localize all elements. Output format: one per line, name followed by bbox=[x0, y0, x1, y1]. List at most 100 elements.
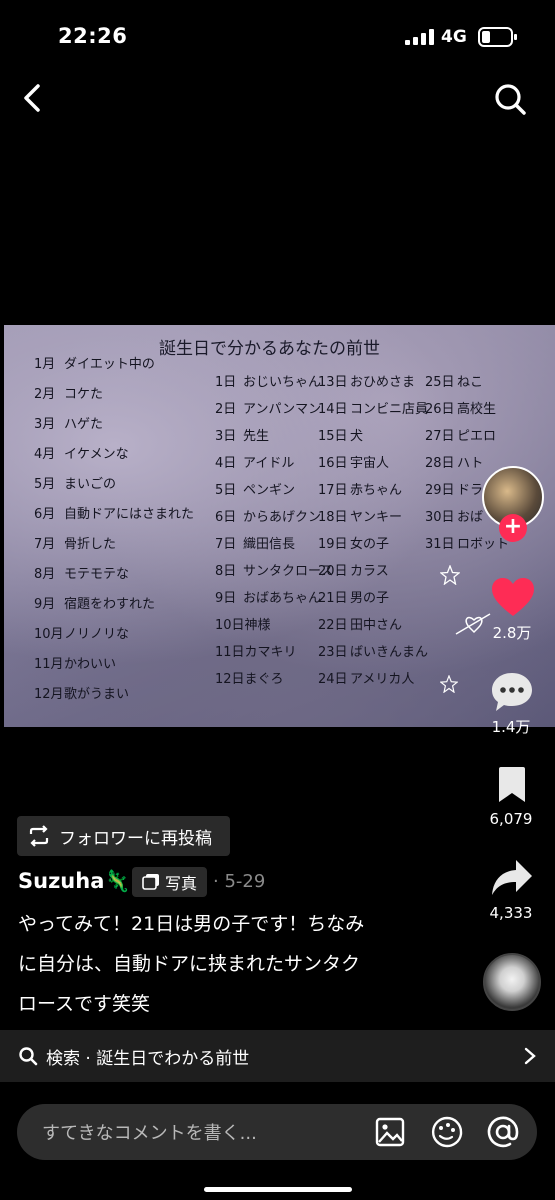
day-row-text: コンビニ店員 bbox=[350, 402, 429, 417]
month-row-number: 4月 bbox=[34, 447, 56, 462]
month-row-number: 7月 bbox=[34, 537, 56, 552]
month-row-text: 骨折した bbox=[64, 537, 117, 552]
day-row: 29日 ドラ bbox=[425, 479, 483, 498]
day-row-number: 7日 bbox=[215, 537, 237, 552]
day-row: 26日 高校生 bbox=[425, 398, 496, 417]
photo-type-label: 写真 bbox=[164, 874, 197, 893]
follow-plus-button[interactable]: + bbox=[499, 514, 527, 542]
day-row: 31日 ロボット bbox=[425, 533, 509, 552]
month-row: 6月 自動ドアにはさまれた bbox=[34, 503, 194, 522]
related-search-strip[interactable]: 検索 · 誕生日でわかる前世 bbox=[0, 1030, 555, 1082]
like-heart-icon[interactable] bbox=[490, 576, 536, 618]
day-row-number: 26日 bbox=[425, 402, 455, 417]
post-photo[interactable]: 誕生日で分かるあなたの前世 1月 ダイエット中の 2月 コケた 3月 ハゲた 4月 イケメンな… bbox=[4, 325, 555, 727]
repost-icon bbox=[29, 825, 49, 847]
day-row-text: アイドル bbox=[243, 456, 295, 471]
day-row-text: ピエロ bbox=[457, 429, 497, 444]
comment-input[interactable]: すてきなコメントを書く... bbox=[42, 1119, 257, 1145]
day-row-text: おひめさま bbox=[350, 375, 416, 390]
month-row-text: 宿題をわすれた bbox=[64, 597, 156, 612]
post-date: · 5-29 bbox=[213, 871, 266, 892]
month-row-number: 9月 bbox=[34, 597, 56, 612]
day-row: 7日 織田信長 bbox=[215, 533, 295, 552]
month-row-text: ノリノリな bbox=[64, 627, 130, 642]
month-row-number: 8月 bbox=[34, 567, 56, 582]
photo-title: 誕生日で分かるあなたの前世 bbox=[159, 339, 380, 359]
day-row-number: 20日 bbox=[318, 564, 348, 579]
share-count: 4,333 bbox=[489, 904, 533, 922]
month-row-text: コケた bbox=[64, 387, 104, 402]
back-arrow-icon[interactable] bbox=[18, 82, 48, 114]
image-icon[interactable] bbox=[375, 1117, 405, 1147]
day-row-number: 30日 bbox=[425, 510, 455, 525]
day-row: 15日犬 bbox=[318, 425, 363, 444]
day-row: 13日 おひめさま bbox=[318, 371, 415, 390]
day-row-text: カラス bbox=[350, 564, 389, 579]
day-row-number: 8日 bbox=[215, 564, 237, 579]
day-row-number: 19日 bbox=[318, 537, 348, 552]
day-row-number: 24日 bbox=[318, 672, 348, 687]
month-row: 9月 宿題をわすれた bbox=[34, 593, 155, 612]
save-count: 6,079 bbox=[489, 810, 533, 828]
day-row: 10日神様 bbox=[215, 614, 271, 633]
day-row-text: おじいちゃん bbox=[243, 375, 322, 390]
day-row-number: 6日 bbox=[215, 510, 237, 525]
day-row-text: からあげクン bbox=[243, 510, 322, 525]
day-row-number: 15日 bbox=[318, 429, 348, 444]
day-row-number: 5日 bbox=[215, 483, 237, 498]
sparkle-icon-2 bbox=[440, 675, 458, 693]
day-row: 14日 コンビニ店員 bbox=[318, 398, 428, 417]
day-row: 2日 アンパンマン bbox=[215, 398, 321, 417]
comment-bubble-icon[interactable] bbox=[490, 671, 534, 713]
month-row-text: イケメンな bbox=[64, 447, 129, 462]
day-row: 28日 ハト bbox=[425, 452, 483, 471]
emoji-sticker-icon[interactable] bbox=[431, 1116, 463, 1148]
day-row-text: 先生 bbox=[243, 429, 270, 444]
repost-tag[interactable]: フォロワーに再投稿 bbox=[17, 816, 230, 856]
month-row-text: ハゲた bbox=[64, 417, 104, 432]
day-row-number: 2日 bbox=[215, 402, 237, 417]
day-row: 1日 おじいちゃん bbox=[215, 371, 321, 390]
day-row: 18日 ヤンキー bbox=[318, 506, 402, 525]
day-row-text: ペンギン bbox=[243, 483, 296, 498]
day-row-number: 25日 bbox=[425, 375, 455, 390]
day-row: 5日 ペンギン bbox=[215, 479, 295, 498]
mention-icon[interactable] bbox=[486, 1115, 520, 1149]
search-icon[interactable] bbox=[493, 82, 527, 116]
day-row: 30日 おば bbox=[425, 506, 483, 525]
day-row-text: ヤンキー bbox=[350, 510, 403, 525]
month-row-text: 歌がうまい bbox=[64, 687, 130, 702]
month-row-number: 6月 bbox=[34, 507, 56, 522]
month-row-number: 3月 bbox=[34, 417, 56, 432]
day-row: 17日 赤ちゃん bbox=[318, 479, 402, 498]
month-row-text: モテモテな bbox=[64, 567, 130, 582]
day-row-text: 宇宙人 bbox=[350, 456, 390, 471]
day-row-text: 女の子 bbox=[350, 537, 390, 552]
day-row-text: アンパンマン bbox=[243, 402, 322, 417]
day-row-text: 男の子 bbox=[350, 591, 390, 606]
day-row-number: 9日 bbox=[215, 591, 237, 606]
share-arrow-icon[interactable] bbox=[490, 858, 534, 898]
sound-avatar[interactable] bbox=[483, 953, 541, 1011]
status-time: 22:26 bbox=[58, 24, 128, 48]
username[interactable]: Suzuha🦎 bbox=[18, 869, 131, 894]
caption-line: やってみて！21日は男の子です！ちなみ bbox=[18, 913, 365, 935]
day-row-text: ばいきんまん bbox=[350, 645, 429, 660]
month-row-text: かわいい bbox=[64, 657, 117, 672]
bookmark-icon[interactable] bbox=[496, 766, 528, 804]
battery-icon bbox=[478, 27, 517, 47]
day-row-number: 27日 bbox=[425, 429, 455, 444]
day-row: 22日 田中さん bbox=[318, 614, 402, 633]
day-row-text: カマキリ bbox=[244, 645, 297, 660]
photo-stack-icon bbox=[142, 874, 159, 890]
day-row-number: 22日 bbox=[318, 618, 348, 633]
caption-line: に自分は、自動ドアに挟まれたサンタク bbox=[18, 953, 361, 975]
day-row-number: 18日 bbox=[318, 510, 348, 525]
month-row-text: ダイエット中の bbox=[64, 357, 155, 372]
day-row-text: 神様 bbox=[244, 618, 271, 633]
day-row-text: まぐろ bbox=[244, 672, 284, 687]
month-row-text: 自動ドアにはさまれた bbox=[64, 507, 195, 522]
network-type: 4G bbox=[441, 27, 467, 47]
day-row-number: 21日 bbox=[318, 591, 348, 606]
post-caption: やってみて！21日は男の子です！ちなみ に自分は、自動ドアに挟まれたサンタク ロ… bbox=[18, 904, 418, 1024]
